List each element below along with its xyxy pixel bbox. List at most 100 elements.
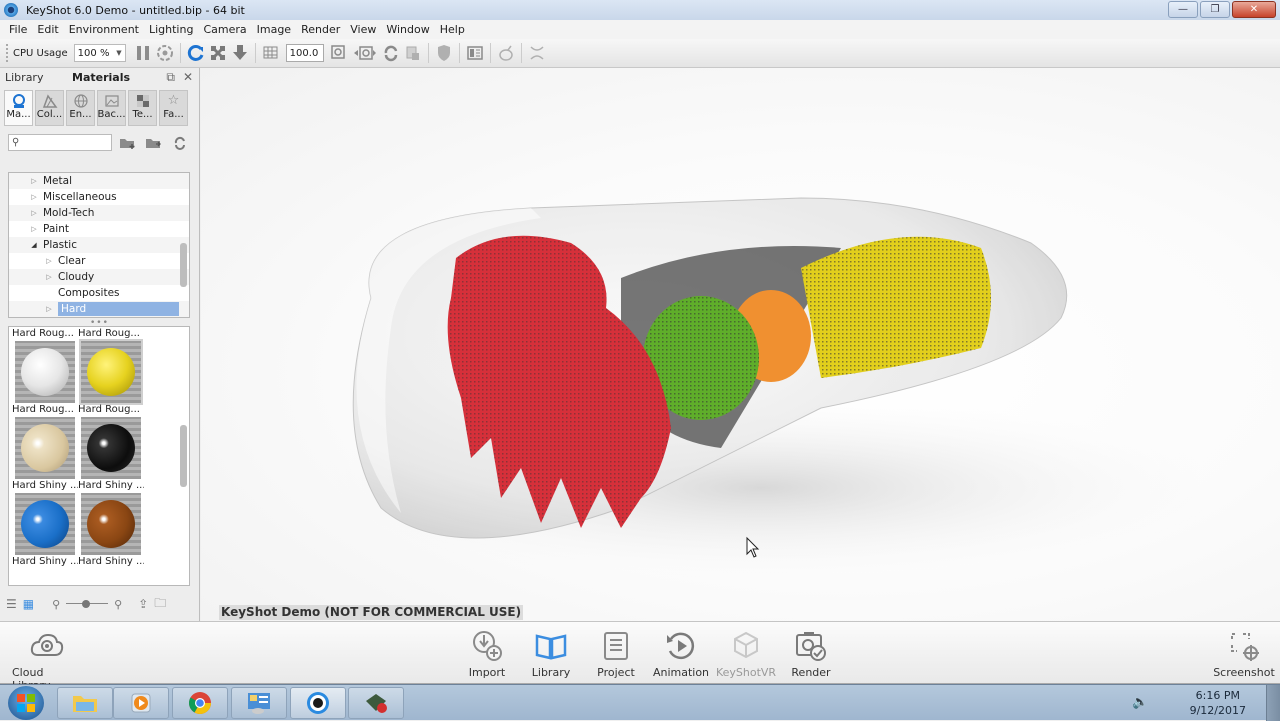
- expand-arrow-icon[interactable]: ▷: [29, 193, 39, 201]
- menu-render[interactable]: Render: [296, 23, 345, 36]
- tree-item-metal[interactable]: ▷ Metal: [9, 173, 189, 189]
- zoom-in-icon[interactable]: ⚲: [114, 598, 122, 611]
- performance-mode-icon[interactable]: [154, 42, 176, 64]
- library-button[interactable]: Library: [516, 628, 586, 679]
- render-button[interactable]: Render: [776, 628, 846, 679]
- material-icon[interactable]: [495, 42, 517, 64]
- tab-environments[interactable]: En...: [66, 90, 95, 126]
- menu-file[interactable]: File: [4, 23, 32, 36]
- menu-environment[interactable]: Environment: [64, 23, 144, 36]
- tree-item-mold-tech[interactable]: ▷ Mold-Tech: [9, 205, 189, 221]
- export-folder-icon[interactable]: 🗀: [154, 594, 166, 615]
- undock-icon[interactable]: ⧉: [166, 70, 175, 85]
- menu-view[interactable]: View: [345, 23, 381, 36]
- menu-lighting[interactable]: Lighting: [144, 23, 198, 36]
- expand-arrow-icon[interactable]: ▷: [44, 257, 54, 265]
- tree-item-composites[interactable]: Composites: [9, 285, 189, 301]
- lock-icon[interactable]: [402, 42, 424, 64]
- show-desktop-button[interactable]: [1266, 685, 1280, 721]
- camera-prev-icon[interactable]: [350, 42, 380, 64]
- tab-colors[interactable]: Col...: [35, 90, 64, 126]
- resolution-input[interactable]: 100.0: [285, 44, 324, 62]
- material-thumb[interactable]: Hard Shiny ...: [12, 493, 78, 569]
- taskbar-chrome[interactable]: [172, 687, 228, 719]
- material-thumb[interactable]: Hard Shiny ...: [78, 417, 144, 493]
- rotate-icon[interactable]: [380, 42, 402, 64]
- zoom-fit-icon[interactable]: [328, 42, 350, 64]
- minimize-button[interactable]: —: [1168, 1, 1198, 18]
- download-icon[interactable]: [229, 42, 251, 64]
- material-thumb-selected[interactable]: Hard Roug...: [78, 339, 144, 417]
- menu-help[interactable]: Help: [435, 23, 470, 36]
- expand-arrow-icon[interactable]: ▷: [29, 177, 39, 185]
- material-thumb[interactable]: Hard Shiny ...: [12, 417, 78, 493]
- expand-arrow-icon[interactable]: ▷: [44, 273, 54, 281]
- slider-knob[interactable]: [82, 600, 91, 608]
- menu-window[interactable]: Window: [381, 23, 434, 36]
- expand-arrow-icon[interactable]: ▷: [29, 209, 39, 217]
- tree-item-cloudy[interactable]: ▷ Cloudy: [9, 269, 189, 285]
- thumbnails-scrollbar[interactable]: [180, 425, 187, 487]
- scatter-icon[interactable]: [526, 42, 548, 64]
- taskbar-file-explorer[interactable]: [57, 687, 113, 719]
- thumbnail-size-slider[interactable]: [66, 599, 109, 609]
- fullscreen-icon[interactable]: [207, 42, 229, 64]
- tree-item-plastic[interactable]: ◢ Plastic: [9, 237, 189, 253]
- tree-item-hard[interactable]: ▷ Hard: [9, 301, 189, 317]
- import-button[interactable]: Import: [452, 628, 522, 679]
- material-thumb[interactable]: Hard Roug...: [12, 341, 78, 417]
- tree-scrollbar[interactable]: [180, 243, 187, 287]
- region-icon[interactable]: [260, 42, 282, 64]
- animation-button[interactable]: Animation: [646, 628, 716, 679]
- layout-icon[interactable]: [464, 42, 486, 64]
- media-player-icon: [131, 693, 151, 713]
- menu-camera[interactable]: Camera: [198, 23, 251, 36]
- zoom-out-icon[interactable]: ⚲: [52, 598, 60, 611]
- library-search-input[interactable]: ⚲: [8, 134, 112, 151]
- volume-icon[interactable]: 🔈: [1132, 695, 1148, 710]
- cloud-library-button[interactable]: Cloud Library: [12, 628, 82, 692]
- jet-engine-model[interactable]: [201, 68, 1280, 621]
- system-clock[interactable]: 6:16 PM 9/12/2017: [1190, 688, 1246, 718]
- tree-item-miscellaneous[interactable]: ▷ Miscellaneous: [9, 189, 189, 205]
- taskbar-recorder[interactable]: [348, 687, 404, 719]
- import-folder-icon[interactable]: [144, 135, 164, 151]
- upload-cloud-icon[interactable]: ⇪: [138, 597, 148, 611]
- render-viewport[interactable]: KeyShot Demo (NOT FOR COMMERCIAL USE): [201, 68, 1280, 621]
- close-button[interactable]: ✕: [1232, 1, 1276, 18]
- restore-button[interactable]: ❐: [1200, 1, 1230, 18]
- keyshot-icon: [307, 692, 329, 714]
- expand-arrow-icon[interactable]: ▷: [44, 305, 54, 313]
- material-thumb[interactable]: Hard Roug...: [78, 327, 144, 341]
- tab-favorites[interactable]: ☆ Fa...: [159, 90, 188, 126]
- taskbar-media-player[interactable]: [113, 687, 169, 719]
- shield-icon[interactable]: [433, 42, 455, 64]
- tree-item-clear[interactable]: ▷ Clear: [9, 253, 189, 269]
- tree-item-paint[interactable]: ▷ Paint: [9, 221, 189, 237]
- tab-backplates[interactable]: Bac...: [97, 90, 126, 126]
- collapse-arrow-icon[interactable]: ◢: [29, 241, 39, 249]
- list-view-icon[interactable]: ☰: [6, 597, 17, 611]
- material-thumb[interactable]: Hard Roug...: [12, 327, 78, 341]
- close-panel-icon[interactable]: ✕: [183, 70, 193, 85]
- grid-view-icon[interactable]: ▦: [23, 597, 34, 611]
- menu-image[interactable]: Image: [252, 23, 296, 36]
- tab-materials[interactable]: Ma...: [4, 90, 33, 126]
- material-thumb[interactable]: Hard Shiny ...: [78, 493, 144, 569]
- expand-arrow-icon[interactable]: ▷: [29, 225, 39, 233]
- menu-edit[interactable]: Edit: [32, 23, 63, 36]
- start-button[interactable]: [8, 686, 44, 720]
- cpu-usage-select[interactable]: 100 % ▼: [73, 44, 126, 62]
- refresh-library-icon[interactable]: [170, 135, 190, 151]
- project-button[interactable]: Project: [581, 628, 651, 679]
- tab-label: Col...: [36, 109, 63, 120]
- taskbar-control-panel[interactable]: [231, 687, 287, 719]
- refresh-icon[interactable]: [185, 42, 207, 64]
- pause-icon[interactable]: [132, 42, 154, 64]
- tab-textures[interactable]: Te...: [128, 90, 157, 126]
- keyshotvr-button[interactable]: KeyShotVR: [711, 628, 781, 679]
- add-folder-icon[interactable]: [118, 135, 138, 151]
- screenshot-button[interactable]: Screenshot: [1209, 628, 1279, 679]
- toolbar-grip[interactable]: [6, 44, 9, 62]
- taskbar-keyshot[interactable]: [290, 687, 346, 719]
